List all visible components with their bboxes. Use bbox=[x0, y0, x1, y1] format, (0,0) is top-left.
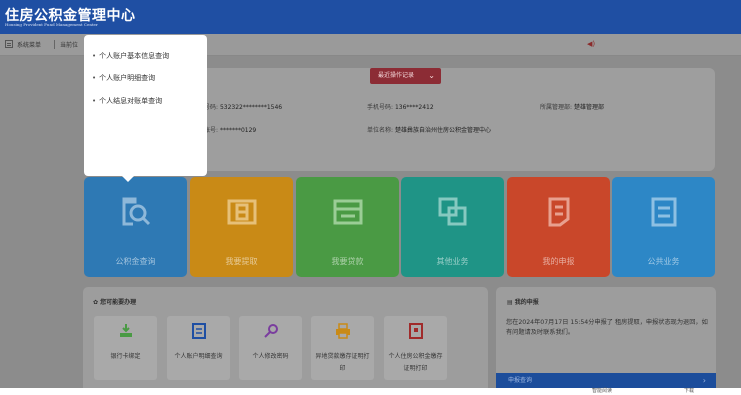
copy-icon bbox=[438, 197, 466, 226]
recent-records-button[interactable]: 最近操作记录 ⌄ bbox=[370, 68, 441, 84]
speaker-icon: ◀) bbox=[587, 40, 596, 48]
search-document-icon bbox=[122, 197, 150, 226]
status-bar: 智能阅读 下载 bbox=[0, 388, 741, 395]
gear-icon: ✿ bbox=[93, 299, 99, 306]
withdraw-icon bbox=[227, 199, 256, 225]
management-dept: 所属管理部: 楚雄管理部 bbox=[540, 104, 604, 111]
card-label: 个人住房公积金缴存证明打印 bbox=[388, 353, 443, 372]
list-icon bbox=[651, 197, 676, 227]
popup-item-basic-info[interactable]: 个人账户基本信息查询 bbox=[92, 51, 169, 61]
loan-icon bbox=[333, 199, 362, 225]
system-menu-link[interactable]: 系统菜单 bbox=[17, 40, 41, 49]
card-label: 个人账户明细查询 bbox=[174, 353, 223, 360]
tile-my-report[interactable]: 我的申报 bbox=[507, 177, 610, 277]
card-remote-loan-print[interactable]: 异地贷款缴存证明打印 bbox=[311, 316, 374, 380]
tile-label: 我的申报 bbox=[542, 257, 575, 266]
menu-icon[interactable] bbox=[5, 40, 13, 48]
card-account-detail[interactable]: 个人账户明细查询 bbox=[167, 316, 230, 380]
smart-read-label[interactable]: 智能阅读 bbox=[592, 387, 612, 394]
card-bank-binding[interactable]: 银行卡绑定 bbox=[94, 316, 157, 380]
tile-loan[interactable]: 我要贷款 bbox=[296, 177, 399, 277]
tile-label: 公共业务 bbox=[647, 257, 680, 266]
tile-fund-query[interactable]: 公积金查询 bbox=[84, 177, 187, 277]
report-message: 您在2024年07月17日 15:54分申报了 租房提取，申报状态现为退回，如有… bbox=[506, 319, 708, 336]
card-label: 个人修改密码 bbox=[252, 353, 289, 360]
key-icon bbox=[263, 324, 278, 338]
app-header: 住房公积金管理中心 Housing Provident Fund Managem… bbox=[0, 0, 741, 34]
tile-label: 公积金查询 bbox=[115, 257, 156, 266]
tile-label: 我要贷款 bbox=[331, 257, 364, 266]
tile-label: 我要提取 bbox=[225, 257, 258, 266]
breadcrumb: 当前位 bbox=[60, 42, 79, 49]
card-change-password[interactable]: 个人修改密码 bbox=[239, 316, 302, 380]
tile-other-business[interactable]: 其他业务 bbox=[401, 177, 504, 277]
printer-icon bbox=[335, 323, 350, 339]
possible-tasks-title: ✿ 您可能要办理 bbox=[93, 299, 137, 306]
chevron-down-icon: ⌄ bbox=[428, 71, 435, 80]
id-number: 号码: 532322********1546 bbox=[204, 104, 283, 111]
card-label: 异地贷款缴存证明打印 bbox=[315, 353, 370, 372]
account-number: 账号: *******0129 bbox=[204, 127, 257, 134]
unit-name: 单位名称: 楚雄彝族自治州住房公积金管理中心 bbox=[367, 127, 491, 134]
popup-item-interest-statement[interactable]: 个人结息对账单查询 bbox=[92, 96, 162, 106]
report-icon bbox=[548, 197, 569, 227]
bank-card-icon bbox=[119, 324, 132, 337]
divider bbox=[54, 40, 55, 49]
download-label[interactable]: 下载 bbox=[684, 387, 694, 394]
card-label: 银行卡绑定 bbox=[110, 353, 141, 360]
popup-item-account-detail[interactable]: 个人账户明细查询 bbox=[92, 73, 155, 83]
certificate-icon bbox=[408, 323, 423, 339]
report-query-label: 申报查询 bbox=[508, 377, 533, 384]
recent-records-label: 最近操作记录 bbox=[378, 72, 415, 79]
tile-withdraw[interactable]: 我要提取 bbox=[190, 177, 293, 277]
phone-number: 手机号码: 136****2412 bbox=[367, 104, 434, 111]
clipboard-icon: ▤ bbox=[507, 299, 513, 306]
tile-label: 其他业务 bbox=[436, 257, 469, 266]
chevron-right-icon: › bbox=[702, 376, 706, 385]
fund-query-popup: 个人账户基本信息查询 个人账户明细查询 个人结息对账单查询 bbox=[84, 35, 207, 182]
card-deposit-cert-print[interactable]: 个人住房公积金缴存证明打印 bbox=[384, 316, 447, 380]
site-subtitle: Housing Provident Fund Management Center bbox=[5, 22, 98, 27]
document-list-icon bbox=[191, 323, 206, 339]
my-report-title: ▤ 我的申报 bbox=[507, 299, 539, 306]
tile-public-business[interactable]: 公共业务 bbox=[612, 177, 715, 277]
